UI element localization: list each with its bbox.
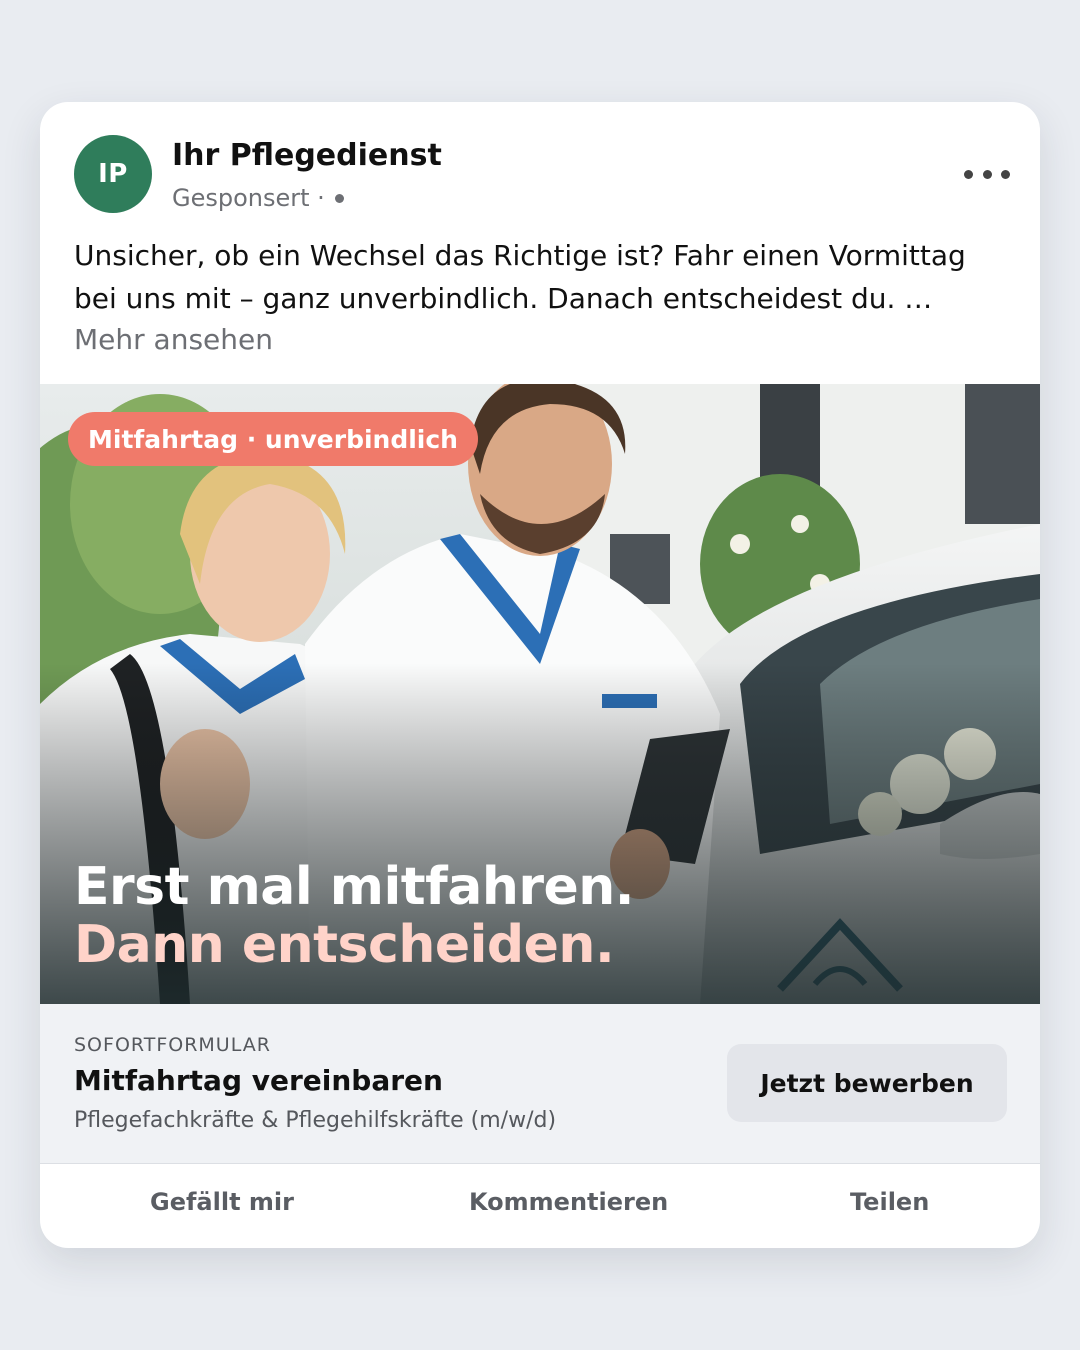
more-options-button[interactable] <box>964 162 1010 186</box>
post-header: IP Ihr Pflegedienst Gesponsert · <box>40 102 1040 232</box>
sponsored-post-card: IP Ihr Pflegedienst Gesponsert · Unsiche… <box>40 102 1040 1248</box>
page-name[interactable]: Ihr Pflegedienst <box>172 138 442 173</box>
share-button[interactable]: Teilen <box>850 1188 929 1216</box>
offer-badge: Mitfahrtag · unverbindlich <box>68 412 478 466</box>
form-subtitle: Pflegefachkräfte & Pflegehilfskräfte (m/… <box>74 1108 557 1133</box>
headline-line-1: Erst mal mitfahren. <box>74 857 635 917</box>
more-horizontal-icon <box>1001 169 1010 179</box>
post-text: Unsicher, ob ein Wechsel das Richtige is… <box>74 239 966 315</box>
sponsored-label[interactable]: Gesponsert · <box>172 184 325 212</box>
apply-now-button[interactable]: Jetzt bewerben <box>727 1044 1007 1122</box>
avatar-initials: IP <box>98 159 128 189</box>
audience-icon <box>334 193 344 203</box>
like-button[interactable]: Gefällt mir <box>150 1188 294 1216</box>
lead-form-cta: SOFORTFORMULAR Mitfahrtag vereinbaren Pf… <box>40 1004 1040 1164</box>
form-title: Mitfahrtag vereinbaren <box>74 1064 443 1097</box>
ad-headline: Erst mal mitfahren. Dann entscheiden. <box>74 857 635 975</box>
more-horizontal-icon <box>964 169 973 179</box>
avatar[interactable]: IP <box>74 135 152 213</box>
post-action-bar: Gefällt mir Kommentieren Teilen <box>40 1164 1040 1248</box>
comment-button[interactable]: Kommentieren <box>469 1188 668 1216</box>
headline-line-2: Dann entscheiden. <box>74 915 615 975</box>
see-more-link[interactable]: Mehr ansehen <box>74 320 273 360</box>
form-type-label: SOFORTFORMULAR <box>74 1034 271 1056</box>
post-meta: Gesponsert · <box>172 184 344 212</box>
ad-image[interactable]: Mitfahrtag · unverbindlich Erst mal mitf… <box>40 384 1040 1004</box>
more-horizontal-icon <box>982 169 992 179</box>
